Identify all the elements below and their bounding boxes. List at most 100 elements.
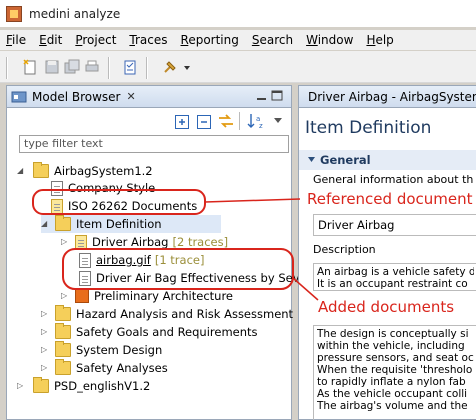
trace-count: [2 traces] — [172, 235, 229, 249]
toolbar-separator — [108, 57, 110, 79]
tree-node-label: Hazard Analysis and Risk Assessment — [76, 307, 294, 321]
collapsed-arrow-icon[interactable]: ▷ — [41, 364, 49, 372]
tree-node-label: Safety Analyses — [76, 361, 168, 375]
menu-edit[interactable]: Edit — [39, 33, 62, 47]
new-file-icon[interactable] — [22, 59, 38, 75]
tree-node[interactable]: Driver Air Bag Effectiveness by Severit — [77, 269, 319, 287]
description-line: An airbag is a vehicle safety d — [317, 266, 474, 278]
minimize-maximize-icon[interactable] — [255, 89, 285, 103]
document-icon — [51, 180, 63, 196]
tree-node[interactable]: Company Style — [49, 179, 155, 197]
description-label: Description — [313, 243, 376, 256]
tree-node[interactable]: ▷ Driver Airbag [2 traces] — [61, 233, 228, 251]
tree-node[interactable]: ▷ Preliminary Architecture — [61, 287, 233, 305]
trace-count: [1 trace] — [154, 253, 205, 267]
save-icon[interactable] — [44, 59, 60, 75]
folder-icon — [55, 323, 71, 339]
tree-node[interactable]: ◢ AirbagSystem1.2 — [17, 162, 153, 180]
description-line: pressure sensors, and seat oc — [317, 352, 474, 364]
description-line: The airbag's volume and the — [317, 400, 468, 412]
collapsed-arrow-icon[interactable]: ▷ — [17, 382, 25, 390]
tree-node-label: airbag.gif — [96, 253, 151, 267]
requirement-doc-icon — [75, 234, 87, 250]
tree-node[interactable]: ISO 26262 Documents — [49, 197, 197, 215]
menu-window[interactable]: Window — [306, 33, 353, 47]
name-field[interactable]: Driver Airbag — [313, 214, 476, 236]
section-title: General — [320, 153, 371, 167]
collapsed-arrow-icon[interactable]: ▷ — [41, 328, 49, 336]
menu-file[interactable]: File — [6, 33, 26, 47]
menu-bar: File Edit Project Traces Reporting Searc… — [0, 30, 476, 50]
sort-alphabetical-icon[interactable]: az — [247, 112, 267, 130]
tree-node-label: Driver Airbag — [92, 235, 169, 249]
general-section-header[interactable]: General — [299, 150, 476, 170]
tree-node-label: Safety Goals and Requirements — [76, 325, 258, 339]
toolbar-grip — [6, 57, 8, 79]
menu-reporting[interactable]: Reporting — [181, 33, 239, 47]
editor-panel: Driver Airbag - AirbagSystem Item Defini… — [298, 85, 476, 420]
panel-toolbar-separator — [239, 112, 240, 130]
description-line: within the vehicle, including — [317, 340, 465, 352]
document-icon — [79, 252, 91, 268]
tree-node[interactable]: ▷ Safety Goals and Requirements — [41, 323, 258, 341]
title-bar: medini analyze — [0, 0, 476, 27]
tree-node[interactable]: ▷ Safety Analyses — [41, 359, 168, 377]
collapsed-arrow-icon[interactable]: ▷ — [41, 310, 49, 318]
tree-node-label: PSD_englishV1.2 — [54, 379, 151, 393]
svg-text:z: z — [259, 122, 263, 130]
save-all-icon[interactable] — [64, 59, 80, 75]
tree-node-label: System Design — [76, 343, 163, 357]
editor-tab[interactable]: Driver Airbag - AirbagSystem — [299, 86, 476, 108]
menu-traces[interactable]: Traces — [129, 33, 167, 47]
main-toolbar — [0, 51, 476, 83]
description-continued-field[interactable]: The design is conceptually si within the… — [313, 325, 476, 420]
collapsed-arrow-icon[interactable]: ▷ — [41, 346, 49, 354]
menu-search[interactable]: Search — [252, 33, 293, 47]
menu-help[interactable]: Help — [366, 33, 393, 47]
tree-node[interactable]: ▷ System Design — [41, 341, 162, 359]
model-browser-tab[interactable]: Model Browser ✕ — [7, 86, 291, 108]
checklist-icon[interactable] — [122, 59, 138, 75]
close-icon[interactable]: ✕ — [126, 90, 135, 103]
referenced-document-callout: Referenced document — [307, 190, 473, 208]
document-icon — [79, 270, 91, 286]
general-info-text: General information about th — [313, 173, 474, 186]
tree-node-label: Company Style — [68, 181, 156, 195]
expand-all-icon[interactable] — [175, 115, 189, 129]
folder-icon — [55, 341, 71, 357]
link-with-editor-icon[interactable] — [217, 113, 235, 129]
architecture-icon — [75, 289, 89, 303]
print-icon[interactable] — [84, 59, 100, 75]
collapsed-arrow-icon[interactable]: ▷ — [61, 292, 69, 300]
tree-node[interactable]: airbag.gif [1 trace] — [77, 251, 204, 269]
tree-node-selected[interactable]: ◢ Item Definition — [41, 215, 221, 233]
pin-tool-icon[interactable] — [162, 59, 178, 75]
description-line: It is an occupant restraint co — [317, 278, 468, 290]
description-line: When the requisite 'thresholo — [317, 364, 473, 376]
document-link-icon — [51, 198, 63, 214]
filter-input[interactable]: type filter text — [19, 135, 289, 153]
tree-node-label: Item Definition — [76, 217, 162, 231]
description-line: The design is conceptually si — [317, 328, 469, 340]
description-line: to rapidly inflate a nylon fab — [317, 376, 466, 388]
tree-node[interactable]: ▷ Hazard Analysis and Risk Assessment — [41, 305, 293, 323]
menu-project[interactable]: Project — [75, 33, 116, 47]
folder-icon — [55, 359, 71, 375]
project-folder-icon — [33, 377, 49, 393]
expanded-arrow-icon[interactable]: ◢ — [17, 167, 25, 175]
project-folder-icon — [33, 162, 49, 178]
tree-node-label: AirbagSystem1.2 — [54, 164, 153, 178]
description-field[interactable]: An airbag is a vehicle safety d It is an… — [313, 263, 476, 291]
chevron-down-icon[interactable] — [307, 156, 316, 164]
view-menu-icon[interactable] — [273, 117, 283, 125]
collapsed-arrow-icon[interactable]: ▷ — [61, 238, 69, 246]
dropdown-arrow-icon[interactable] — [182, 59, 192, 75]
app-icon — [6, 5, 22, 22]
toolbar-separator-2 — [146, 57, 148, 79]
description-line: As the vehicle occupant colli — [317, 388, 468, 400]
tree-node[interactable]: ▷ PSD_englishV1.2 — [17, 377, 150, 395]
folder-icon — [55, 305, 71, 321]
expanded-arrow-icon[interactable]: ◢ — [41, 220, 49, 228]
collapse-all-icon[interactable] — [197, 115, 211, 129]
model-browser-toolbar: az — [7, 109, 291, 135]
